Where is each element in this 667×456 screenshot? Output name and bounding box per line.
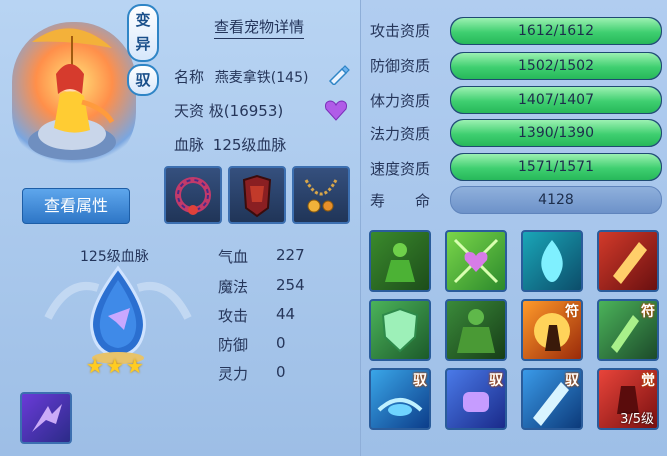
lifespan-label: 寿 命 [370,192,431,210]
equip-slot-collar[interactable] [164,166,222,224]
aptitude-label-stamina: 体力资质 [370,92,431,110]
tame-badge: 驭 [127,64,159,96]
aptitude-text: 1612/1612 [518,23,594,39]
talent-label: 天资 [174,102,205,120]
skill-slot-9[interactable]: 驭 [369,368,431,430]
aptitude-bar-mana: 1390/1390 [450,119,662,147]
stat-attack: 攻击 44 [218,305,295,326]
bloodline-stars: ★★★ [86,354,146,378]
skill-slot-5[interactable] [369,299,431,361]
bloodline-label: 血脉 [174,136,205,154]
lifespan-bar: 4128 [450,186,662,214]
aptitude-bar-speed: 1571/1571 [450,153,662,181]
skill-tag: 符 [565,304,579,320]
aptitude-text: 1390/1390 [518,125,594,141]
necklace-icon [304,179,338,213]
name-value: 燕麦拿铁(145) [214,70,309,86]
skill-level: 3/5级 [620,412,654,427]
stat-mp: 魔法 254 [218,276,305,297]
stat-label: 魔法 [218,278,249,296]
aptitude-bar-attack: 1612/1612 [450,17,662,45]
aptitude-label-speed: 速度资质 [370,160,431,178]
aptitude-label-defense: 防御资质 [370,57,431,75]
skill-slot-7[interactable]: 符 [521,299,583,361]
skill-tag: 驭 [413,373,427,389]
skill-tag: 符 [641,304,655,320]
stat-value: 254 [276,276,305,294]
aptitude-label-mana: 法力资质 [370,125,431,143]
variant-badge: 变 异 [127,4,159,62]
skill-slot-6[interactable] [445,299,507,361]
blue-flame-skill-icon [541,240,563,282]
armor-icon [242,174,272,218]
purple-wing-icon [32,404,62,432]
edit-icon[interactable] [326,63,352,85]
red-sword-skill-icon [613,242,647,284]
green-giant-skill-icon [457,309,495,353]
skill-tag: 觉 [641,373,655,389]
stat-value: 0 [276,363,286,381]
skill-slot-11[interactable]: 驭 [521,368,583,430]
skill-slot-3[interactable] [521,230,583,292]
talent-value: 极(16953) [208,102,284,120]
view-pet-details-link[interactable]: 查看宠物详情 [214,16,305,39]
stat-value: 44 [276,305,296,323]
aptitude-bar-stamina: 1407/1407 [450,86,662,114]
view-attributes-button[interactable]: 查看属性 [22,188,130,224]
skill-slot-8[interactable]: 符 [597,299,659,361]
pet-talent-row: 天资 极(16953) [174,100,283,121]
name-label: 名称 [174,68,205,86]
equip-slot-armor[interactable] [228,166,286,224]
skill-slot-1[interactable] [369,230,431,292]
green-warrior-skill-icon [385,243,415,282]
bloodline-value: 125级血脉 [212,136,287,154]
aptitude-text: 1571/1571 [518,159,594,175]
stat-label: 攻击 [218,307,249,325]
stat-spirit: 灵力 0 [218,363,286,384]
pet-avatar[interactable] [12,22,136,172]
skill-slot-12[interactable]: 觉 3/5级 [597,368,659,430]
skill-slot-4[interactable] [597,230,659,292]
stat-label: 防御 [218,336,249,354]
pet-name-row: 名称 燕麦拿铁(145) [174,66,308,87]
skill-tag: 驭 [565,373,579,389]
aptitude-text: 1502/1502 [518,58,594,74]
equip-slot-necklace[interactable] [292,166,350,224]
aptitude-bar-defense: 1502/1502 [450,52,662,80]
green-shield-skill-icon [381,307,419,353]
heart-icon[interactable] [324,99,348,121]
stat-value: 0 [276,334,286,352]
bloodline-skill-slot[interactable] [20,392,72,444]
tame-badge-text: 驭 [135,71,151,89]
skill-slot-10[interactable]: 驭 [445,368,507,430]
aptitude-text: 1407/1407 [518,92,594,108]
stat-defense: 防御 0 [218,334,286,355]
pet-portrait-icon [28,28,116,160]
stat-label: 灵力 [218,365,249,383]
stat-hp: 气血 227 [218,246,305,267]
skill-slot-2[interactable] [445,230,507,292]
stat-value: 227 [276,246,305,264]
variant-badge-text: 变 异 [135,11,151,53]
heart-buff-skill-icon [453,238,499,284]
skill-tag: 驭 [489,373,503,389]
stat-label: 气血 [218,248,249,266]
pet-bloodline-row: 血脉 125级血脉 [174,134,286,155]
collar-icon [175,177,211,215]
aptitude-label-attack: 攻击资质 [370,22,431,40]
